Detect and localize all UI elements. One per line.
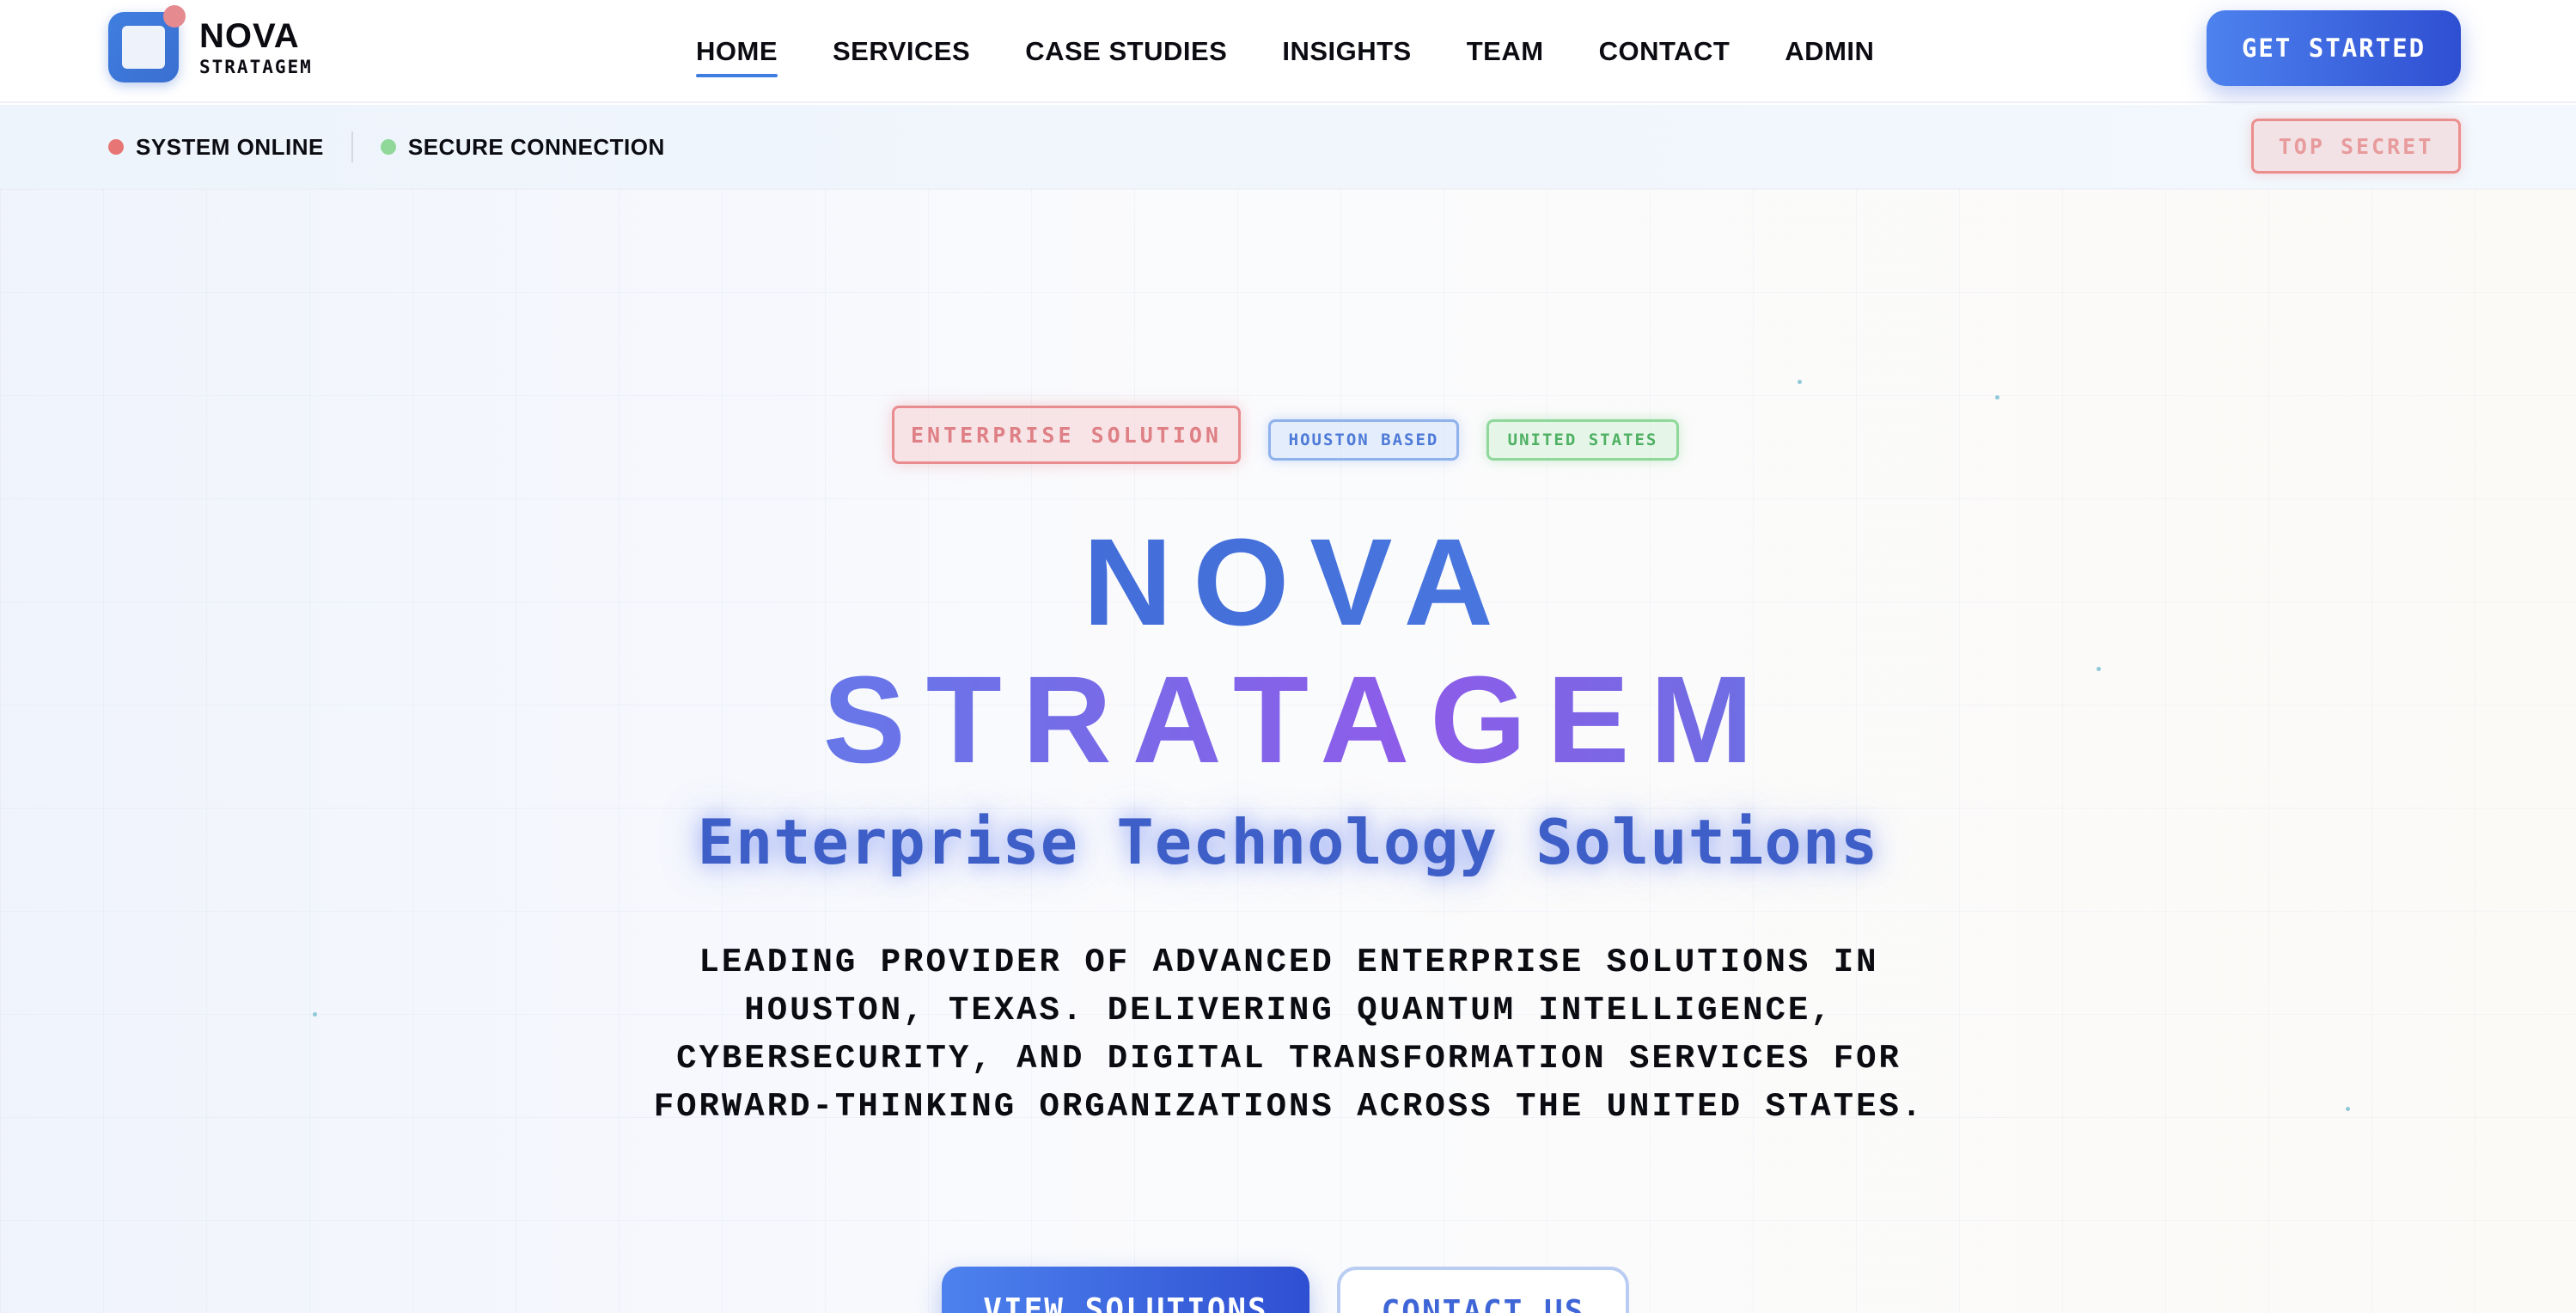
status-secure-connection: SECURE CONNECTION xyxy=(380,133,665,161)
status-system-online: SYSTEM ONLINE xyxy=(108,134,324,161)
hero-subtitle: Enterprise Technology Solutions xyxy=(697,806,1879,878)
status-bar: SYSTEM ONLINE SECURE CONNECTION TOP SECR… xyxy=(0,105,2576,189)
notification-dot-icon xyxy=(163,5,186,27)
hero-buttons: VIEW SOLUTIONS CONTACT US xyxy=(942,1267,1629,1313)
status-divider xyxy=(351,131,353,162)
nav-item-team[interactable]: TEAM xyxy=(1467,29,1544,74)
nav-item-insights[interactable]: INSIGHTS xyxy=(1282,29,1411,74)
logo-wordmark: NOVA STRATAGEM xyxy=(199,19,313,76)
main-nav: HOME SERVICES CASE STUDIES INSIGHTS TEAM… xyxy=(696,0,1874,103)
tag-enterprise-solution: ENTERPRISE SOLUTION xyxy=(892,406,1241,464)
contact-us-button[interactable]: CONTACT US xyxy=(1337,1267,1629,1313)
status-label: SECURE CONNECTION xyxy=(407,133,665,160)
view-solutions-button[interactable]: VIEW SOLUTIONS xyxy=(942,1267,1309,1313)
status-dot-red-icon xyxy=(108,139,124,155)
tag-united-states: UNITED STATES xyxy=(1486,419,1679,461)
site-header: NOVA STRATAGEM HOME SERVICES CASE STUDIE… xyxy=(0,0,2576,103)
logo-title: NOVA xyxy=(199,16,300,55)
hero-tags: ENTERPRISE SOLUTION HOUSTON BASED UNITED… xyxy=(892,406,1682,466)
hero-title-line1: NOVA xyxy=(0,521,2576,644)
logo-subtitle: STRATAGEM xyxy=(199,56,313,77)
nav-item-home[interactable]: HOME xyxy=(696,29,778,77)
hero-section: ENTERPRISE SOLUTION HOUSTON BASED UNITED… xyxy=(0,189,2576,1313)
logo-mark-icon xyxy=(108,5,186,82)
top-secret-badge: TOP SECRET xyxy=(2251,119,2461,174)
status-group: SYSTEM ONLINE SECURE CONNECTION xyxy=(108,105,665,189)
get-started-button[interactable]: GET STARTED xyxy=(2207,10,2461,86)
brand-logo[interactable]: NOVA STRATAGEM xyxy=(108,5,313,82)
nav-item-contact[interactable]: CONTACT xyxy=(1599,29,1731,74)
sparkle-icon xyxy=(1798,380,1802,384)
hero-description: LEADING PROVIDER OF ADVANCED ENTERPRISE … xyxy=(653,944,1925,1126)
nav-item-case-studies[interactable]: CASE STUDIES xyxy=(1025,29,1227,74)
sparkle-icon xyxy=(2346,1107,2350,1111)
status-label: SYSTEM ONLINE xyxy=(136,133,324,160)
sparkle-icon xyxy=(313,1012,317,1017)
nav-item-admin[interactable]: ADMIN xyxy=(1785,29,1874,74)
sparkle-icon xyxy=(1995,395,1999,400)
hero-title-line2: STRATAGEM xyxy=(0,658,2576,782)
nav-item-services[interactable]: SERVICES xyxy=(833,29,970,74)
tag-houston-based: HOUSTON BASED xyxy=(1268,419,1459,461)
status-dot-green-icon xyxy=(380,139,396,155)
